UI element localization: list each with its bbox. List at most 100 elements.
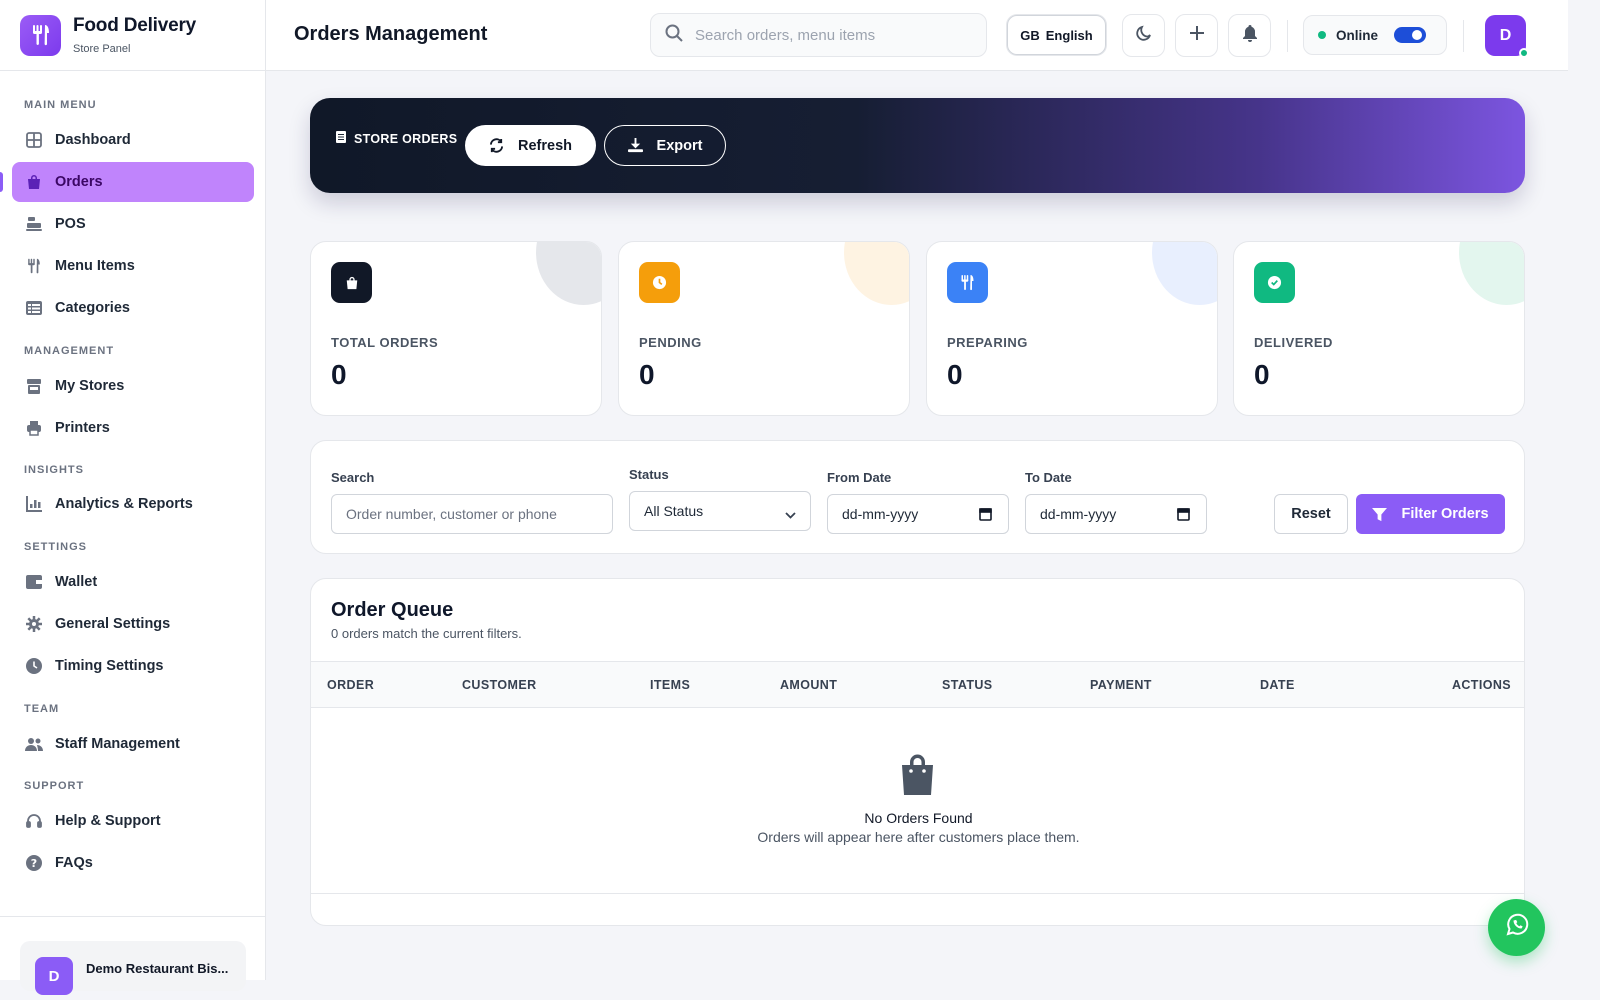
column-customer[interactable]: CUSTOMER — [462, 678, 537, 692]
banner-label-text: STORE ORDERS — [354, 131, 458, 146]
clock-icon — [639, 262, 680, 303]
search-filter-label: Search — [331, 470, 375, 485]
download-icon — [627, 138, 643, 153]
question-icon: ? — [25, 854, 43, 872]
language-selector[interactable]: GB English — [1007, 15, 1106, 55]
active-indicator — [0, 172, 3, 192]
from-date-input[interactable]: dd-mm-yyyy — [827, 494, 1009, 534]
stat-value: 0 — [1254, 359, 1270, 390]
status-select[interactable]: All Status — [629, 491, 811, 531]
sidebar-item-printers[interactable]: Printers — [12, 408, 254, 448]
section-settings: SETTINGS — [24, 541, 88, 553]
user-avatar[interactable]: D — [1485, 15, 1529, 58]
utensils-icon — [25, 257, 43, 275]
sidebar-item-menu-items[interactable]: Menu Items — [12, 246, 254, 286]
sidebar-item-staff[interactable]: Staff Management — [12, 724, 254, 764]
store-switcher[interactable]: D Demo Restaurant Bis... — [20, 941, 246, 995]
check-circle-icon — [1254, 262, 1295, 303]
stat-label: DELIVERED — [1254, 335, 1333, 350]
stat-card-pending: PENDING 0 — [618, 241, 910, 416]
status-select-value: All Status — [644, 503, 704, 519]
store-name: Demo Restaurant Bis... — [86, 961, 229, 976]
decor-blob — [536, 242, 601, 305]
wallet-icon — [25, 573, 43, 591]
section-support: SUPPORT — [24, 780, 85, 792]
avatar-status-dot — [1519, 48, 1529, 58]
column-payment[interactable]: PAYMENT — [1090, 678, 1152, 692]
notifications-button[interactable] — [1228, 14, 1271, 57]
column-actions: ACTIONS — [1451, 678, 1511, 692]
add-button[interactable] — [1175, 14, 1218, 57]
column-date[interactable]: DATE — [1260, 678, 1295, 692]
reset-button[interactable]: Reset — [1274, 494, 1348, 534]
sidebar-item-label: My Stores — [55, 378, 125, 394]
stat-label: PENDING — [639, 335, 702, 350]
table-footer-divider — [311, 893, 1524, 894]
online-toggle[interactable] — [1394, 27, 1426, 43]
store-orders-banner: STORE ORDERS Refresh Export — [310, 98, 1525, 193]
column-status[interactable]: STATUS — [942, 678, 993, 692]
whatsapp-button[interactable] — [1488, 899, 1545, 956]
receipt-icon — [336, 131, 346, 146]
sidebar-item-dashboard[interactable]: Dashboard — [12, 120, 254, 160]
online-dot — [1318, 31, 1326, 39]
refresh-button[interactable]: Refresh — [465, 125, 596, 166]
whatsapp-icon — [1504, 912, 1530, 943]
decor-blob — [1152, 242, 1217, 305]
sidebar-item-label: Timing Settings — [55, 658, 164, 674]
table-header: ORDER CUSTOMER ITEMS AMOUNT STATUS PAYME… — [311, 661, 1524, 708]
users-icon — [25, 735, 43, 753]
global-search[interactable] — [650, 13, 987, 57]
from-date-label: From Date — [827, 470, 892, 485]
refresh-icon — [489, 138, 504, 153]
page-title: Orders Management — [294, 23, 488, 45]
empty-state-title: No Orders Found — [864, 810, 973, 826]
grid-icon — [25, 131, 43, 149]
brand[interactable]: Food Delivery Store Panel — [0, 0, 265, 71]
cash-register-icon — [25, 215, 43, 233]
queue-title: Order Queue — [331, 599, 454, 621]
sidebar-item-my-stores[interactable]: My Stores — [12, 366, 254, 406]
online-status[interactable]: Online — [1303, 15, 1447, 55]
status-filter-label: Status — [629, 467, 669, 482]
sidebar-item-label: Wallet — [55, 574, 98, 590]
sidebar-item-analytics[interactable]: Analytics & Reports — [12, 484, 254, 524]
export-button[interactable]: Export — [604, 125, 726, 166]
sidebar-item-label: Printers — [55, 420, 110, 436]
column-items[interactable]: ITEMS — [650, 678, 690, 692]
sidebar-item-wallet[interactable]: Wallet — [12, 562, 254, 602]
divider — [1287, 20, 1288, 52]
svg-text:?: ? — [31, 857, 37, 870]
search-input[interactable] — [695, 26, 975, 44]
sidebar-item-orders[interactable]: Orders — [12, 162, 254, 202]
headset-icon — [25, 812, 43, 830]
filter-icon — [1372, 507, 1388, 522]
calendar-icon — [979, 507, 992, 524]
brand-subtitle: Store Panel — [73, 43, 131, 55]
stat-card-total-orders: TOTAL ORDERS 0 — [310, 241, 602, 416]
sidebar-item-label: Help & Support — [55, 813, 161, 829]
search-icon — [665, 24, 683, 47]
section-management: MANAGEMENT — [24, 345, 115, 357]
empty-state-subtitle: Orders will appear here after customers … — [757, 829, 1080, 845]
column-amount[interactable]: AMOUNT — [780, 678, 837, 692]
sidebar-item-categories[interactable]: Categories — [12, 288, 254, 328]
sidebar-item-label: Menu Items — [55, 258, 135, 274]
section-insights: INSIGHTS — [24, 464, 84, 476]
column-order[interactable]: ORDER — [327, 678, 374, 692]
filter-orders-label: Filter Orders — [1401, 506, 1489, 522]
sidebar: Food Delivery Store Panel MAIN MENU Dash… — [0, 0, 266, 995]
sidebar-item-pos[interactable]: POS — [12, 204, 254, 244]
sidebar-item-general-settings[interactable]: General Settings — [12, 604, 254, 644]
sidebar-item-timing-settings[interactable]: Timing Settings — [12, 646, 254, 686]
sidebar-item-faqs[interactable]: ? FAQs — [12, 843, 254, 883]
divider — [1463, 20, 1464, 52]
order-filters: Search Order number, customer or phone S… — [310, 440, 1525, 554]
order-search-placeholder: Order number, customer or phone — [346, 506, 557, 522]
dark-mode-button[interactable] — [1122, 14, 1165, 57]
order-search-input[interactable]: Order number, customer or phone — [331, 494, 613, 534]
sidebar-item-help[interactable]: Help & Support — [12, 801, 254, 841]
to-date-input[interactable]: dd-mm-yyyy — [1025, 494, 1207, 534]
filter-orders-button[interactable]: Filter Orders — [1356, 494, 1505, 534]
sidebar-item-label: Orders — [55, 174, 103, 190]
